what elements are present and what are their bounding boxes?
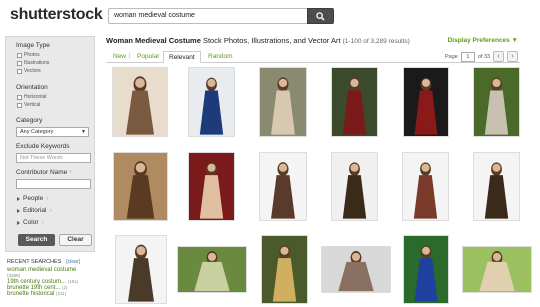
help-icon[interactable]: ? <box>69 169 71 174</box>
next-page-button[interactable]: › <box>507 51 519 62</box>
thumbnail-image <box>342 77 367 135</box>
thumbnail-image <box>199 162 224 219</box>
thumb-woman-red-curtain[interactable] <box>189 153 234 220</box>
search-bar: woman medieval costume <box>108 8 334 24</box>
help-icon[interactable]: ? <box>42 220 44 225</box>
recent-searches: RECENT SEARCHES [clear] woman medieval c… <box>7 258 97 297</box>
recent-search-item[interactable]: brunette historical (211) <box>7 291 97 297</box>
thumbnail-image <box>414 77 438 135</box>
exclude-keywords-input[interactable]: Not These Words <box>16 153 91 163</box>
results-count: (1-100 of 3,289 results) <box>342 38 410 45</box>
thumbnail-image <box>413 162 438 219</box>
orientation-label: Orientation <box>16 84 48 91</box>
help-icon[interactable]: ? <box>46 196 48 201</box>
clear-filters-button[interactable]: Clear <box>59 234 92 246</box>
thumb-woman-portrait-gray[interactable] <box>322 247 390 292</box>
thumbnail-image <box>128 244 154 302</box>
filter-illustrations[interactable]: Illustrations <box>17 60 49 66</box>
thumbnail-image <box>194 251 230 292</box>
thumbnail-image <box>414 245 438 302</box>
tab-popular[interactable]: Popular <box>132 51 164 63</box>
contributor-label: Contributor Name ? <box>16 169 72 176</box>
thumbnail-image <box>479 251 515 292</box>
search-input[interactable]: woman medieval costume <box>108 8 308 24</box>
page-number-input[interactable]: 1 <box>460 51 475 62</box>
shutterstock-logo[interactable]: shutterstock <box>10 6 103 24</box>
chevron-down-icon: ▼ <box>81 129 86 135</box>
thumbnail-image <box>271 77 295 135</box>
search-filters-button[interactable]: Search <box>18 234 55 246</box>
vertical-checkbox[interactable] <box>17 102 22 108</box>
recent-search-item[interactable]: woman medieval costume (3289) <box>7 267 97 279</box>
expand-arrow-icon <box>17 220 20 225</box>
thumb-woman-grass-sunny[interactable] <box>463 247 531 292</box>
expand-arrow-icon <box>17 208 20 213</box>
thumbnail-image <box>484 77 509 135</box>
header: shutterstock woman medieval costume <box>0 0 540 32</box>
contributor-input[interactable] <box>16 179 91 189</box>
category-label: Category <box>16 117 43 124</box>
thumb-woman-sword-snow[interactable] <box>332 153 377 220</box>
horizontal-checkbox[interactable] <box>17 94 22 100</box>
help-icon[interactable]: ? <box>49 208 51 213</box>
photos-checkbox[interactable] <box>17 52 22 58</box>
image-type-label: Image Type <box>16 42 50 49</box>
search-icon <box>316 11 325 21</box>
thumbnail-image <box>484 162 509 219</box>
tab-relevant[interactable]: Relevant <box>163 51 201 63</box>
thumb-woman-red-dark[interactable] <box>332 68 377 136</box>
thumb-woman-blue-gown[interactable] <box>189 68 234 136</box>
thumbnail-image <box>272 245 297 302</box>
filter-horizontal[interactable]: Horizontal <box>17 94 47 100</box>
thumb-woman-hood-forest[interactable] <box>474 68 519 136</box>
pagination: Page 1 of 33 ‹ › <box>445 51 519 62</box>
category-select[interactable]: Any Category ▼ <box>16 127 89 137</box>
vectors-checkbox[interactable] <box>17 68 22 74</box>
filter-photos[interactable]: Photos <box>17 52 40 58</box>
thumb-woman-fan[interactable] <box>114 153 167 220</box>
thumb-woman-snow-red[interactable] <box>403 153 448 220</box>
color-expander[interactable]: Color ? <box>17 219 44 226</box>
clear-recent-link[interactable]: [clear] <box>66 259 80 265</box>
exclude-keywords-label: Exclude Keywords <box>16 143 70 150</box>
thumbnail-image <box>125 76 155 135</box>
thumb-woman-brown-fur[interactable] <box>474 153 519 220</box>
thumbnail-image <box>199 77 224 135</box>
thumbnail-image <box>126 161 155 219</box>
thumb-woman-red-black[interactable] <box>404 68 448 136</box>
thumbnail-image <box>338 251 374 292</box>
tab-new[interactable]: New <box>108 51 131 63</box>
expand-arrow-icon <box>17 196 20 201</box>
editorial-expander[interactable]: Editorial ? <box>17 207 52 214</box>
tab-random[interactable]: Random <box>203 51 238 63</box>
display-preferences-link[interactable]: Display Preferences ▼ <box>448 37 518 44</box>
recent-searches-title: RECENT SEARCHES <box>7 259 62 265</box>
thumb-woman-white-fur[interactable] <box>260 153 306 220</box>
prev-page-button[interactable]: ‹ <box>493 51 505 62</box>
thumb-woman-weapon-white[interactable] <box>116 236 166 303</box>
filter-vectors[interactable]: Vectors <box>17 68 41 74</box>
people-expander[interactable]: People ? <box>17 195 48 202</box>
filter-vertical[interactable]: Vertical <box>17 102 40 108</box>
thumb-woman-blue-dress[interactable] <box>404 236 448 303</box>
search-button[interactable] <box>307 8 334 24</box>
page-title: Woman Medieval Costume Stock Photos, Ill… <box>106 36 410 45</box>
thumb-woman-forest[interactable] <box>260 68 306 136</box>
illustrations-checkbox[interactable] <box>17 60 22 66</box>
thumb-woman-landscape[interactable] <box>178 247 246 292</box>
thumbnail-image <box>271 162 295 219</box>
thumbnail-image <box>342 162 367 219</box>
filter-sidebar: Image Type Photos Illustrations Vectors … <box>5 36 95 252</box>
thumb-woman-cream-dress[interactable] <box>113 68 167 136</box>
thumb-woman-crowned[interactable] <box>262 236 307 303</box>
